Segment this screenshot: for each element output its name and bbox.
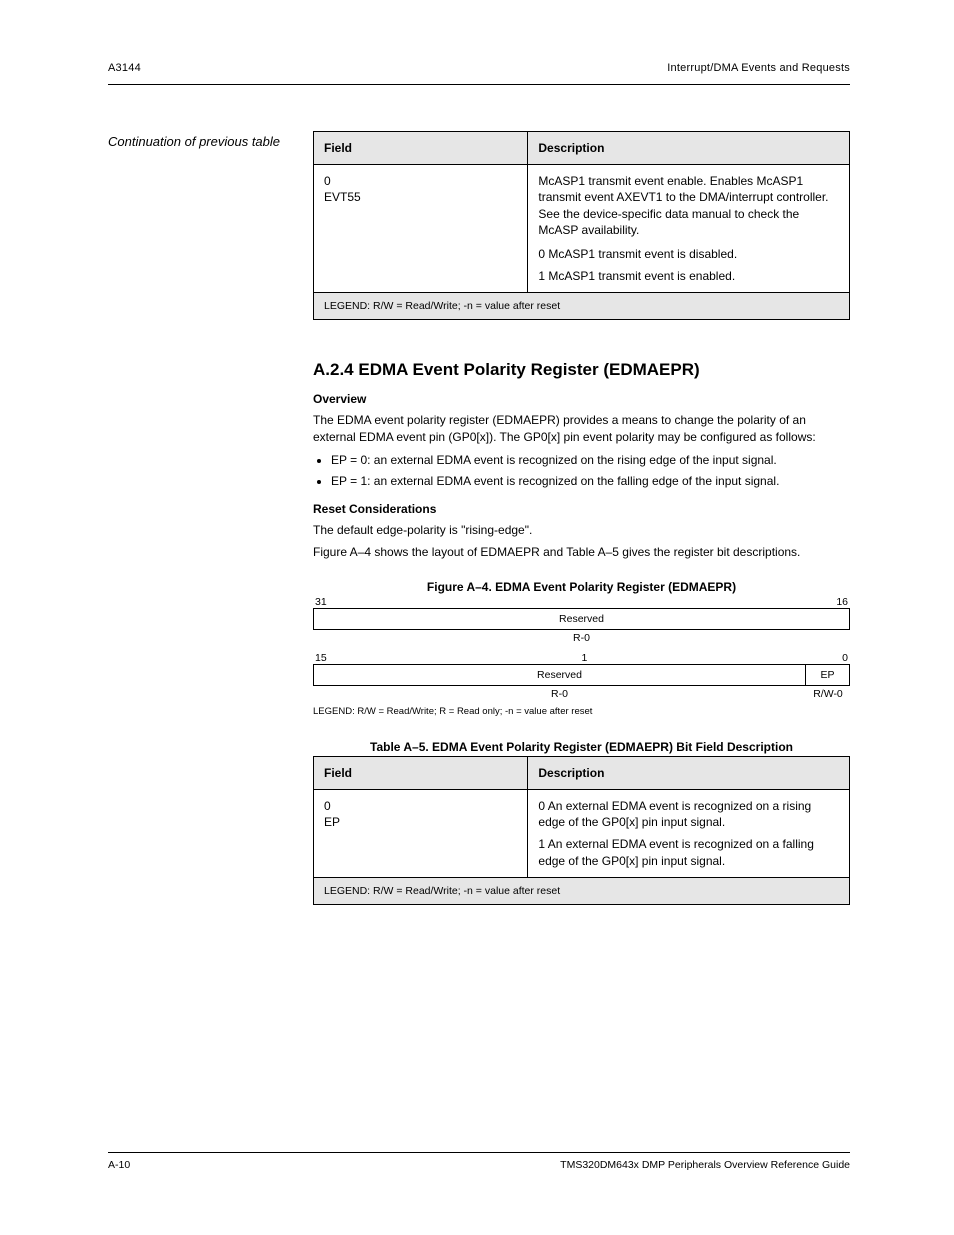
figure-reference: Figure A–4 shows the layout of EDMAEPR a…	[313, 544, 850, 561]
table1-desc: McASP1 transmit event enable. Enables Mc…	[528, 165, 850, 293]
table2-desc0: 0 An external EDMA event is recognized o…	[538, 798, 839, 830]
table1-field: 0 EVT55	[314, 165, 528, 293]
footer-rule	[108, 1152, 850, 1153]
regfig-legend: LEGEND: R/W = Read/Write; R = Read only;…	[313, 706, 850, 717]
footer-left: A-10	[108, 1159, 130, 1171]
subhead-reset: Reset Considerations	[313, 502, 850, 516]
table1-legend: LEGEND: R/W = Read/Write; -n = value aft…	[314, 293, 850, 320]
table1-desc-main: McASP1 transmit event enable. Enables Mc…	[538, 173, 839, 238]
header-right: Interrupt/DMA Events and Requests	[667, 62, 850, 74]
table1-side-label: Continuation of previous table	[108, 133, 297, 151]
table-row: 0 EVT55 McASP1 transmit event enable. En…	[314, 165, 850, 293]
list-item: EP = 1: an external EDMA event is recogn…	[331, 473, 850, 490]
figure-caption: Figure A–4. EDMA Event Polarity Register…	[313, 579, 850, 596]
table2-desc: 0 An external EDMA event is recognized o…	[528, 790, 850, 878]
regfig-ep: EP	[806, 664, 850, 686]
overview-list: EP = 0: an external EDMA event is recogn…	[313, 452, 850, 490]
list-item: EP = 0: an external EDMA event is recogn…	[331, 452, 850, 469]
table2-desc1: 1 An external EDMA event is recognized o…	[538, 836, 839, 868]
table2-field: 0 EP	[314, 790, 528, 878]
bit-label: 31	[315, 596, 327, 608]
table1-desc-opt1: 1 McASP1 transmit event is enabled.	[538, 268, 839, 284]
subhead-overview: Overview	[313, 392, 850, 406]
table2: Field Description 0 EP 0 An external EDM…	[313, 756, 850, 905]
bit-label: 15	[315, 652, 327, 664]
register-figure: 31 16 Reserved R-0 15 1 0 Reserved EP	[313, 596, 850, 717]
footer-right: TMS320DM643x DMP Peripherals Overview Re…	[560, 1159, 850, 1171]
table1: Field Description 0 EVT55 McASP1 transmi…	[313, 131, 850, 320]
page-footer: A-10 TMS320DM643x DMP Peripherals Overvi…	[108, 1142, 850, 1171]
reset-paragraph: The default edge-polarity is "rising-edg…	[313, 522, 850, 539]
table2-h2: Description	[528, 756, 850, 789]
table2-caption: Table A–5. EDMA Event Polarity Register …	[313, 739, 850, 756]
regfig-reserved-hi: Reserved	[313, 608, 850, 630]
table2-legend-row: LEGEND: R/W = Read/Write; -n = value aft…	[314, 877, 850, 904]
page-header: A3144 Interrupt/DMA Events and Requests	[108, 62, 850, 74]
section-heading: A.2.4 EDMA Event Polarity Register (EDMA…	[313, 360, 850, 380]
regfig-reserved-lo: Reserved	[313, 664, 806, 686]
regfig-rw-lo-right: R/W-0	[806, 686, 850, 702]
bit-label: 16	[836, 596, 848, 608]
table2-h1: Field	[314, 756, 528, 789]
regfig-rw-hi: R-0	[313, 630, 850, 646]
header-left: A3144	[108, 62, 141, 74]
table1-h2: Description	[528, 132, 850, 165]
table1-desc-opt0: 0 McASP1 transmit event is disabled.	[538, 246, 839, 262]
bit-label: 0	[842, 652, 848, 664]
table2-legend: LEGEND: R/W = Read/Write; -n = value aft…	[314, 877, 850, 904]
regfig-rw-lo-left: R-0	[313, 686, 806, 702]
bit-label: 1	[566, 652, 602, 664]
table-row: 0 EP 0 An external EDMA event is recogni…	[314, 790, 850, 878]
table1-h1: Field	[314, 132, 528, 165]
table1-legend-row: LEGEND: R/W = Read/Write; -n = value aft…	[314, 293, 850, 320]
overview-paragraph: The EDMA event polarity register (EDMAEP…	[313, 412, 850, 446]
